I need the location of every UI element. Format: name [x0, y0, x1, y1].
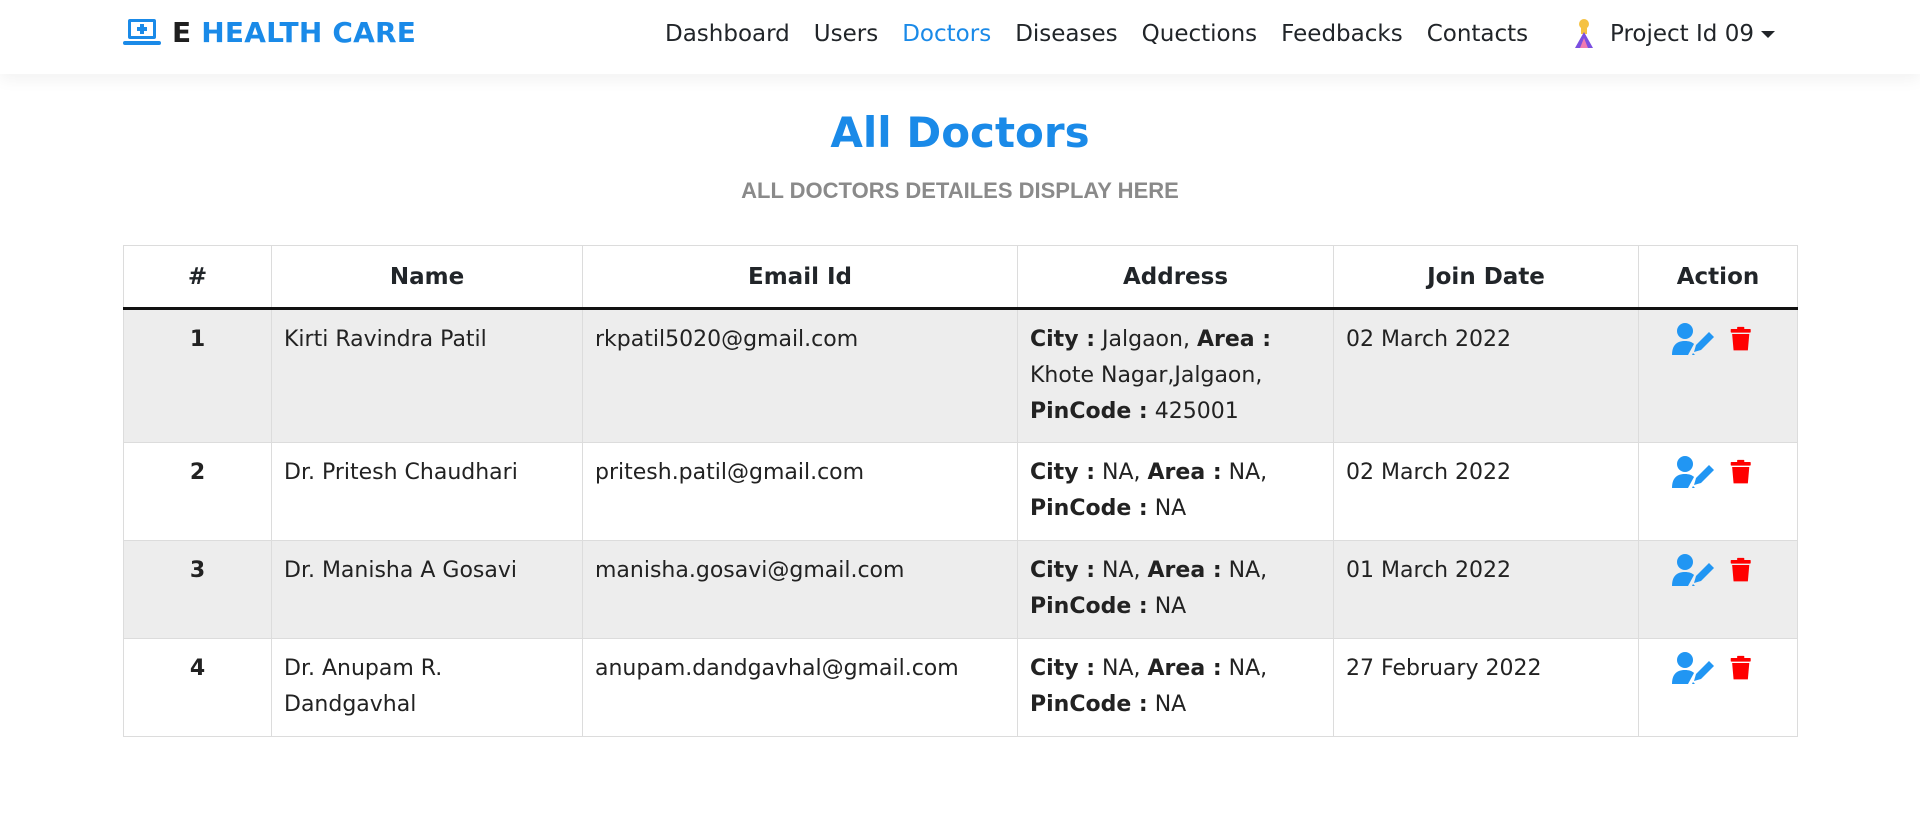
join-date: 02 March 2022 — [1333, 442, 1639, 541]
doctor-name: Dr. Manisha A Gosavi — [271, 540, 583, 639]
area-label: Area : — [1147, 558, 1222, 583]
doctor-email: manisha.gosavi@gmail.com — [582, 540, 1018, 639]
join-date: 02 March 2022 — [1333, 308, 1639, 443]
nav-users[interactable]: Users — [814, 21, 878, 47]
doctor-email: anupam.dandgavhal@gmail.com — [582, 638, 1018, 737]
table-row: 1 Kirti Ravindra Patil rkpatil5020@gmail… — [123, 308, 1798, 443]
pincode-label: PinCode : — [1030, 496, 1148, 521]
page-subtitle: ALL DOCTORS DETAILES DISPLAY HERE — [741, 178, 1179, 203]
pincode-label: PinCode : — [1030, 692, 1148, 717]
trash-icon[interactable] — [1730, 322, 1760, 356]
city-label: City : — [1030, 460, 1096, 485]
nav-feedbacks[interactable]: Feedbacks — [1281, 21, 1403, 47]
pincode-value: 425001 — [1154, 399, 1239, 424]
area-value: NA, — [1228, 558, 1268, 583]
area-label: Area : — [1196, 327, 1272, 352]
column-header-join-date: Join Date — [1333, 245, 1639, 310]
table-header-row: # Name Email Id Address Join Date Action — [123, 245, 1798, 310]
brand-logo[interactable]: E HEALTH CARE — [122, 16, 416, 49]
area-label: Area : — [1147, 656, 1222, 681]
doctor-name: Kirti Ravindra Patil — [271, 308, 583, 443]
area-value: NA, — [1228, 460, 1268, 485]
pincode-label: PinCode : — [1030, 594, 1148, 619]
user-dropdown[interactable]: Project Id 09 — [1572, 18, 1775, 50]
row-actions — [1638, 540, 1798, 639]
nav-contacts[interactable]: Contacts — [1427, 21, 1528, 47]
trash-icon[interactable] — [1730, 455, 1760, 489]
area-value: NA, — [1228, 656, 1268, 681]
brand-title: HEALTH CARE — [201, 16, 417, 49]
doctor-address: City : Jalgaon, Area : Khote Nagar,Jalga… — [1017, 308, 1334, 443]
column-header-action: Action — [1638, 245, 1798, 310]
laptop-medical-icon — [123, 18, 161, 45]
table-row: 3 Dr. Manisha A Gosavi manisha.gosavi@gm… — [123, 540, 1798, 639]
doctors-table-container: # Name Email Id Address Join Date Action… — [123, 245, 1798, 737]
row-actions — [1638, 308, 1798, 443]
doctor-name: Dr. Anupam R. Dandgavhal — [271, 638, 583, 737]
doctor-email: pritesh.patil@gmail.com — [582, 442, 1018, 541]
table-row: 2 Dr. Pritesh Chaudhari pritesh.patil@gm… — [123, 442, 1798, 541]
column-header-email: Email Id — [582, 245, 1018, 310]
doctor-name: Dr. Pritesh Chaudhari — [271, 442, 583, 541]
top-navbar: E HEALTH CARE Dashboard Users Doctors Di… — [0, 0, 1920, 74]
city-value: Jalgaon, — [1102, 327, 1190, 352]
city-value: NA, — [1102, 656, 1141, 681]
row-number: 1 — [123, 308, 272, 443]
city-label: City : — [1030, 656, 1096, 681]
join-date: 27 February 2022 — [1333, 638, 1639, 737]
doctors-table: # Name Email Id Address Join Date Action… — [123, 245, 1798, 737]
pincode-value: NA — [1154, 496, 1187, 521]
user-edit-icon[interactable] — [1672, 455, 1714, 489]
column-header-address: Address — [1017, 245, 1334, 310]
row-actions — [1638, 442, 1798, 541]
doctor-email: rkpatil5020@gmail.com — [582, 308, 1018, 443]
city-value: NA, — [1102, 460, 1141, 485]
doctor-address: City : NA, Area : NA, PinCode : NA — [1017, 638, 1334, 737]
city-label: City : — [1030, 327, 1096, 352]
row-actions — [1638, 638, 1798, 737]
brand-prefix: E — [172, 16, 192, 49]
pincode-label: PinCode : — [1030, 399, 1148, 424]
user-edit-icon[interactable] — [1672, 651, 1714, 685]
join-date: 01 March 2022 — [1333, 540, 1639, 639]
brand-name: E HEALTH CARE — [172, 16, 416, 49]
user-avatar-icon — [1575, 19, 1593, 48]
user-label: Project Id 09 — [1610, 21, 1754, 47]
area-label: Area : — [1147, 460, 1222, 485]
user-edit-icon[interactable] — [1672, 322, 1714, 356]
nav-doctors[interactable]: Doctors — [902, 21, 991, 47]
nav-quections[interactable]: Quections — [1142, 21, 1258, 47]
city-value: NA, — [1102, 558, 1141, 583]
row-number: 2 — [123, 442, 272, 541]
area-value: Khote Nagar,Jalgaon, — [1030, 363, 1263, 388]
column-header-number: # — [123, 245, 272, 310]
chevron-down-icon — [1760, 30, 1775, 38]
doctor-address: City : NA, Area : NA, PinCode : NA — [1017, 540, 1334, 639]
city-label: City : — [1030, 558, 1096, 583]
table-row: 4 Dr. Anupam R. Dandgavhal anupam.dandga… — [123, 638, 1798, 737]
row-number: 4 — [123, 638, 272, 737]
trash-icon[interactable] — [1730, 651, 1760, 685]
pincode-value: NA — [1154, 594, 1187, 619]
row-number: 3 — [123, 540, 272, 639]
column-header-name: Name — [271, 245, 583, 310]
pincode-value: NA — [1154, 692, 1187, 717]
trash-icon[interactable] — [1730, 553, 1760, 587]
main-nav: Dashboard Users Doctors Diseases Quectio… — [665, 0, 1552, 68]
doctor-address: City : NA, Area : NA, PinCode : NA — [1017, 442, 1334, 541]
user-edit-icon[interactable] — [1672, 553, 1714, 587]
nav-dashboard[interactable]: Dashboard — [665, 21, 790, 47]
page-title: All Doctors — [830, 108, 1090, 157]
nav-diseases[interactable]: Diseases — [1015, 21, 1117, 47]
